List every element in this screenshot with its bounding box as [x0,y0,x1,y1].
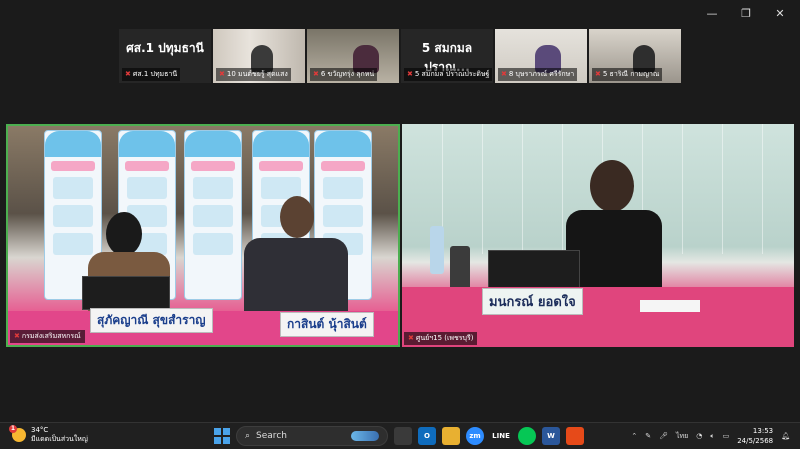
participant-name-label: ✖ 8 บุษราภรณ์ ศรีรักษา [498,68,578,81]
taskbar: 1 34°C มีแดดเป็นส่วนใหญ่ ⌕ Search O zm L… [0,422,800,449]
windows-start-icon[interactable] [214,428,230,444]
water-bottle [430,226,444,274]
window-blind [482,124,483,254]
zoom-icon[interactable]: zm [466,427,484,445]
window-blind [682,124,683,254]
participant-name-label: ✖ ศส.1 ปทุมธานี [122,68,181,81]
weather-sun-icon: 1 [9,425,26,442]
mic-muted-icon: ✖ [595,70,601,78]
clock-time: 13:53 [752,427,774,435]
window-controls: — ❐ ✕ [698,4,794,22]
video-name-label: ✖ กรมส่งเสริมสหกรณ์ [10,330,85,343]
weather-widget[interactable]: 1 34°C มีแดดเป็นส่วนใหญ่ [9,425,88,444]
video-name-label: ✖ ศูนย์ฯ15 (เพชรบุรี) [404,332,478,345]
person-head [106,212,142,256]
person-head [280,196,314,238]
language-indicator[interactable]: ไทย [676,431,688,442]
microphone-icon[interactable]: 🎤︎ [659,432,668,440]
weather-desc: มีแดดเป็นส่วนใหญ่ [31,435,88,443]
name-plate: กาสินต์ นุ้าสินต์ [280,312,374,337]
participant-tile[interactable]: ✖ 8 บุษราภรณ์ ศรีรักษา [495,29,587,83]
mic-muted-icon: ✖ [125,70,131,78]
person-head [590,160,634,212]
media-icon[interactable] [566,427,584,445]
speaker-video-right[interactable]: มนกรณ์ ยอดใจ ✖ ศูนย์ฯ15 (เพชรบุรี) [402,124,794,347]
window-blind [522,124,523,254]
folder-icon[interactable] [442,427,460,445]
participant-name-label: ✖ 10 มนต์ชยรู้ สุดแสง [216,68,291,81]
speaker-video-left[interactable]: สุภัคญาณี สุขสำราญ กาสินต์ นุ้าสินต์ ✖ กร… [6,124,400,347]
line-chat-icon[interactable] [518,427,536,445]
participant-gallery: ศส.1 ปทุมธานี ✖ ศส.1 ปทุมธานี ✖ 10 มนต์ชยร… [119,29,681,83]
window-blind [762,124,763,254]
participant-name-label: ✖ 6 ขวัญทรุ่ง ลุกหน่ [310,68,378,81]
search-icon: ⌕ [245,431,251,441]
participant-display-name: ศส.1 ปทุมธานี [126,41,204,55]
wifi-icon[interactable]: ◔ [696,432,702,440]
participant-tile[interactable]: 5 สมกมล ปราณ... ✖ 5 สมกมล ปราณประดิษฐ์ [401,29,493,83]
exhibit-banner [184,130,242,300]
word-icon[interactable]: W [542,427,560,445]
task-view-icon[interactable] [394,427,412,445]
name-plate: สุภัคญาณี สุขสำราญ [90,308,213,333]
laptop [82,276,170,310]
notification-bell-icon[interactable]: 🔔︎ [781,432,790,440]
system-tray: ⌃ ✎ 🎤︎ ไทย ◔ 🔈︎ ▭ 13:53 24/5/2568 🔔︎ [631,426,790,446]
volume-icon[interactable]: 🔈︎ [710,432,714,441]
mic-muted-icon: ✖ [407,70,413,78]
taskbar-center: ⌕ Search O zm LINE W [214,426,584,446]
clock[interactable]: 13:53 24/5/2568 [737,426,773,446]
battery-icon[interactable]: ▭ [723,432,730,440]
participant-tile[interactable]: ✖ 5 ธาริณี กามญาณ [589,29,681,83]
name-plate: มนกรณ์ ยอดใจ [482,288,583,315]
participant-tile[interactable]: ศส.1 ปทุมธานี ✖ ศส.1 ปทุมธานี [119,29,211,83]
mic-muted-icon: ✖ [501,70,507,78]
participant-name-label: ✖ 5 ธาริณี กามญาณ [592,68,663,81]
search-placeholder: Search [256,431,287,441]
search-highlight-icon [351,431,379,441]
pen-icon[interactable]: ✎ [645,432,651,440]
mic-muted-icon: ✖ [408,334,414,342]
participant-tile[interactable]: ✖ 6 ขวัญทรุ่ง ลุกหน่ [307,29,399,83]
participant-tile[interactable]: ✖ 10 มนต์ชยรู้ สุดแสง [213,29,305,83]
line-app-icon[interactable]: LINE [490,427,512,445]
mic-muted-icon: ✖ [313,70,319,78]
close-button[interactable]: ✕ [766,4,794,22]
clock-date: 24/5/2568 [737,437,774,445]
mic-muted-icon: ✖ [14,332,20,340]
participant-name-label: ✖ 5 สมกมล ปราณประดิษฐ์ [404,68,493,81]
chevron-up-icon[interactable]: ⌃ [631,432,637,440]
weather-temp: 34°C [31,426,49,434]
restore-button[interactable]: ❐ [732,4,760,22]
mic-muted-icon: ✖ [219,70,225,78]
window-blind [722,124,723,254]
search-box[interactable]: ⌕ Search [236,426,388,446]
window-blind [562,124,563,254]
person-body [244,238,348,312]
paper [640,300,700,312]
minimize-button[interactable]: — [698,4,726,22]
outlook-icon[interactable]: O [418,427,436,445]
